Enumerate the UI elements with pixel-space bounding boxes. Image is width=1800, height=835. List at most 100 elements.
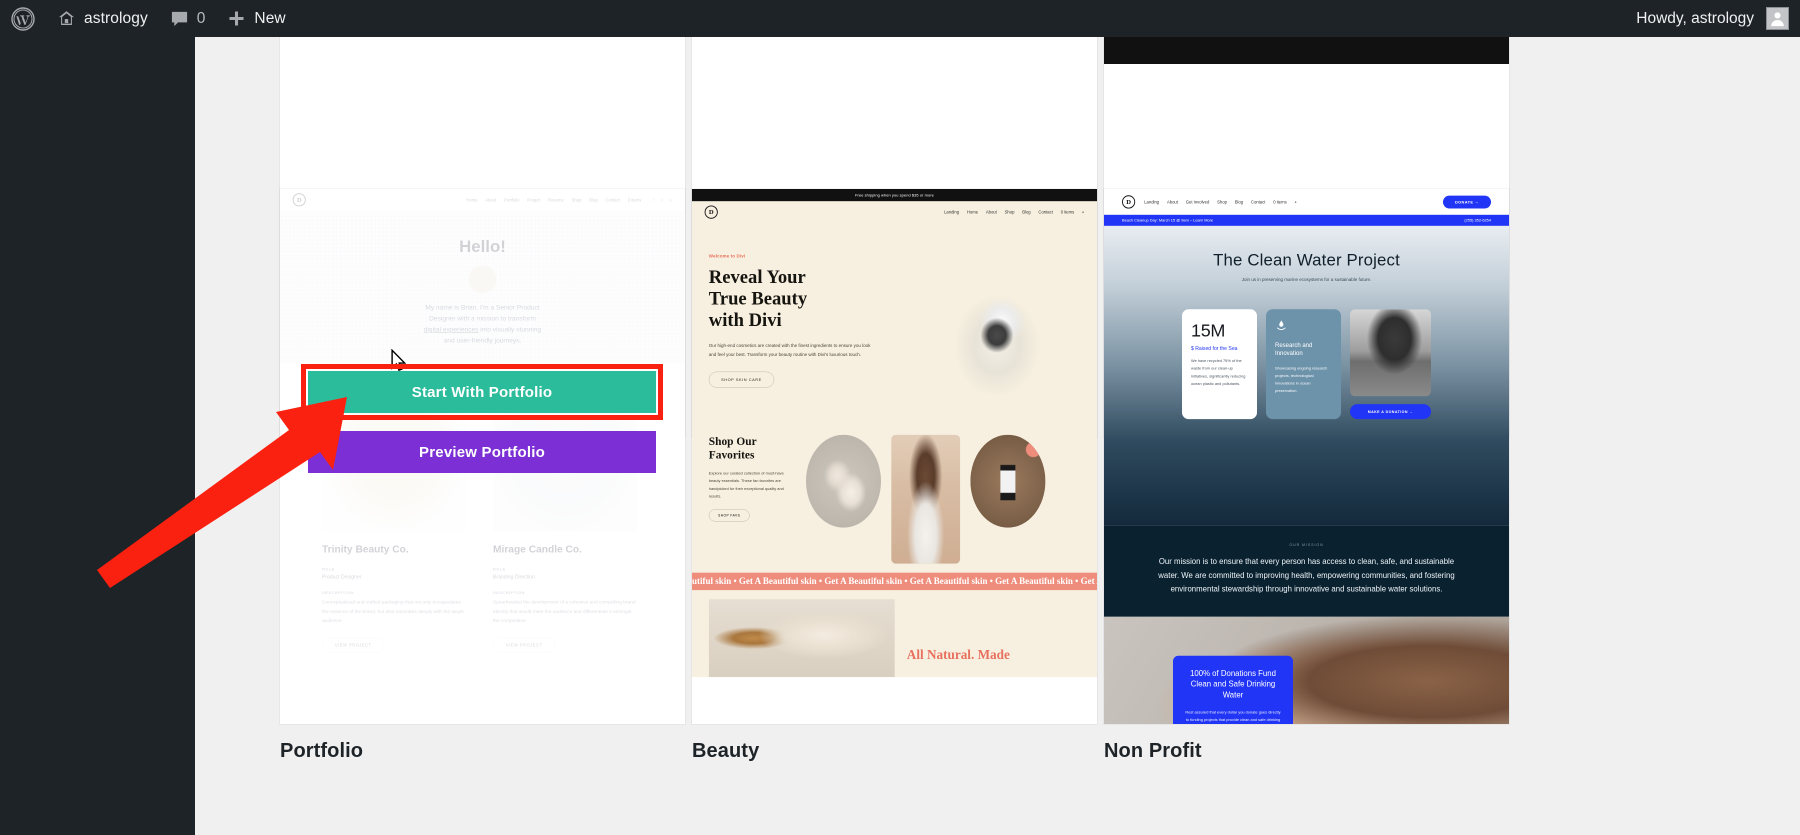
nonprofit-mission: OUR MISSION Our mission is to ensure tha… <box>1104 525 1509 617</box>
beauty-serum-image <box>970 434 1046 528</box>
nonprofit-stat-cards: 15M $ Raised for the Sea We have recycle… <box>1104 309 1509 420</box>
beauty-footer-heading: All Natural. Made <box>906 647 1010 663</box>
template-card-portfolio[interactable]: D Home About Portfolio Project Resume Sh… <box>280 189 685 763</box>
research-title: Research and Innovation <box>1275 342 1313 357</box>
beauty-hero-button[interactable]: SHOP SKIN CARE <box>708 371 775 388</box>
site-name-menu[interactable]: astrology <box>46 0 159 37</box>
wp-admin-bar: astrology 0 New Howdy, astrology <box>0 0 1800 37</box>
avatar <box>1766 7 1789 30</box>
portfolio-cta-buttons: Start With Portfolio Preview Portfolio <box>308 371 656 473</box>
beauty-heading-line-2: True Beauty <box>708 288 808 309</box>
thumbnail-preview <box>1104 37 1509 64</box>
template-label-portfolio: Portfolio <box>280 740 364 762</box>
menu-item: Contact <box>1250 199 1266 205</box>
template-label-non-profit: Non Profit <box>1104 740 1202 762</box>
mission-text: Our mission is to ensure that every pers… <box>1158 556 1455 594</box>
cart-item-count: 0 items <box>1273 199 1287 205</box>
template-thumbnail-portfolio[interactable]: D Home About Portfolio Project Resume Sh… <box>280 189 685 724</box>
menu-item: Contact <box>1038 209 1053 215</box>
nonprofit-ticker: Beach Cleanup Day: March 15 @ 9am – Lear… <box>1104 214 1509 226</box>
layout-pack-grid: 2017 - 2019 UI Design Bloom - CA As a UI… <box>195 37 1800 835</box>
user-icon <box>1771 12 1784 27</box>
donation-card-title: 100% of Donations Fund Clean and Safe Dr… <box>1190 668 1276 700</box>
beauty-heading: Reveal Your True Beauty with Divi <box>709 266 895 331</box>
make-a-donation-button[interactable]: MAKE A DONATION → <box>1350 404 1431 420</box>
beauty-fav-title: Shop Our Favorites <box>709 435 796 462</box>
template-card-non-profit[interactable]: D Landing About Get Involved Shop Blog C… <box>1104 189 1509 763</box>
beauty-fav-paragraph: Explore our curated collection of must-h… <box>708 470 784 499</box>
nonprofit-donation-card: MAKE A DONATION → <box>1350 309 1431 420</box>
beauty-heading-line-3: with Divi <box>708 309 782 331</box>
beauty-footer-image <box>708 599 895 678</box>
nonprofit-heading: The Clean Water Project <box>1213 250 1400 270</box>
beauty-hero: Welcome to Divi Reveal Your True Beauty … <box>692 223 1097 417</box>
ticker-phone: (255) 352-6254 <box>1464 218 1491 223</box>
divi-logo-icon: D <box>1122 195 1136 209</box>
beauty-menu: Landing Home About Shop Blog Contact 0 i… <box>944 210 1084 215</box>
nonprofit-nav: D Landing About Get Involved Shop Blog C… <box>1104 189 1509 215</box>
menu-item: Blog <box>1234 199 1244 205</box>
comment-count: 0 <box>196 9 206 27</box>
nonprofit-stat-card: 15M $ Raised for the Sea We have recycle… <box>1182 309 1257 420</box>
beauty-paragraph: Our high-end cosmetics are created with … <box>708 343 871 358</box>
template-thumbnail-non-profit[interactable]: D Landing About Get Involved Shop Blog C… <box>1104 189 1509 724</box>
mission-kicker: OUR MISSION <box>1289 542 1324 547</box>
water-drop-hand-icon <box>1276 320 1286 330</box>
search-icon[interactable]: ⌕ <box>1295 199 1297 204</box>
mouse-cursor-icon <box>391 349 407 372</box>
donation-info-card: 100% of Donations Fund Clean and Safe Dr… <box>1173 655 1293 724</box>
menu-item: Shop <box>1217 199 1227 205</box>
template-label-beauty: Beauty <box>692 740 760 762</box>
wordpress-logo-button[interactable] <box>0 0 46 37</box>
template-card-beauty[interactable]: Free shipping when you spend $35 or more… <box>692 189 1097 763</box>
plus-icon <box>229 11 244 26</box>
nonprofit-hero: The Clean Water Project Join us in prese… <box>1104 225 1509 526</box>
stat-description: We have recycled 75% of the waste from o… <box>1191 358 1246 386</box>
template-thumbnail-beauty[interactable]: Free shipping when you spend $35 or more… <box>692 189 1097 724</box>
menu-item: About <box>985 209 997 215</box>
beauty-product-image <box>806 434 881 528</box>
new-content-menu[interactable]: New <box>216 0 296 37</box>
start-with-portfolio-button[interactable]: Start With Portfolio <box>308 371 656 413</box>
beauty-favorites: Shop Our Favorites Explore our curated c… <box>692 417 1097 573</box>
nonprofit-donate-button[interactable]: DONATE → <box>1442 195 1491 209</box>
beauty-fav-title-line-1: Shop Our <box>708 435 757 448</box>
research-description: Showcasing ongoing research projects, te… <box>1275 365 1328 394</box>
home-icon <box>59 11 74 26</box>
beauty-model-image <box>891 434 961 564</box>
menu-item: Shop <box>1004 209 1015 215</box>
menu-item: Landing <box>944 209 960 215</box>
my-account-menu[interactable]: Howdy, astrology <box>1625 0 1800 37</box>
nonprofit-menu: Landing About Get Involved Shop Blog Con… <box>1144 199 1297 204</box>
menu-item: Blog <box>1022 209 1031 215</box>
beauty-nav: D Landing Home About Shop Blog Contact 0… <box>692 201 1097 223</box>
beauty-heading-line-1: Reveal Your <box>708 266 806 288</box>
wordpress-logo-icon <box>11 6 35 31</box>
cart-item-count: 0 items <box>1060 209 1075 215</box>
comments-bubble[interactable]: 0 <box>159 0 217 37</box>
nonprofit-hands-section: 100% of Donations Fund Clean and Safe Dr… <box>1104 616 1509 724</box>
beach-photo <box>1350 309 1431 397</box>
beauty-marquee: utiful skin • Get A Beautiful skin • Get… <box>692 572 1097 591</box>
menu-item: Home <box>966 209 979 215</box>
beauty-hero-image <box>906 239 1081 417</box>
beauty-eyebrow: Welcome to Divi <box>708 253 746 259</box>
menu-item: Get Involved <box>1185 199 1210 205</box>
menu-item: About <box>1166 199 1178 205</box>
new-label: New <box>254 9 286 27</box>
nonprofit-research-card: Research and Innovation Showcasing ongoi… <box>1266 309 1341 420</box>
beauty-fav-title-line-2: Favorites <box>708 448 755 462</box>
preview-portfolio-button[interactable]: Preview Portfolio <box>308 431 656 473</box>
admin-bar-left: astrology 0 New <box>0 0 297 37</box>
howdy-label: Howdy, astrology <box>1636 9 1754 27</box>
menu-item: Landing <box>1144 199 1160 205</box>
nonprofit-subtitle: Join us in preserving marine ecosystems … <box>1241 277 1372 283</box>
beauty-footer: All Natural. Made <box>692 590 1097 678</box>
site-name-label: astrology <box>84 9 148 27</box>
search-icon[interactable]: ⌕ <box>1082 210 1084 215</box>
comment-icon <box>171 11 187 26</box>
thumbnail-preview: Free shipping when you spend $35 or more… <box>692 189 1097 678</box>
admin-sidebar[interactable] <box>0 37 195 835</box>
thumbnail-preview: D Landing About Get Involved Shop Blog C… <box>1104 189 1509 724</box>
beauty-fav-button[interactable]: SHOP FAVS <box>708 509 750 522</box>
